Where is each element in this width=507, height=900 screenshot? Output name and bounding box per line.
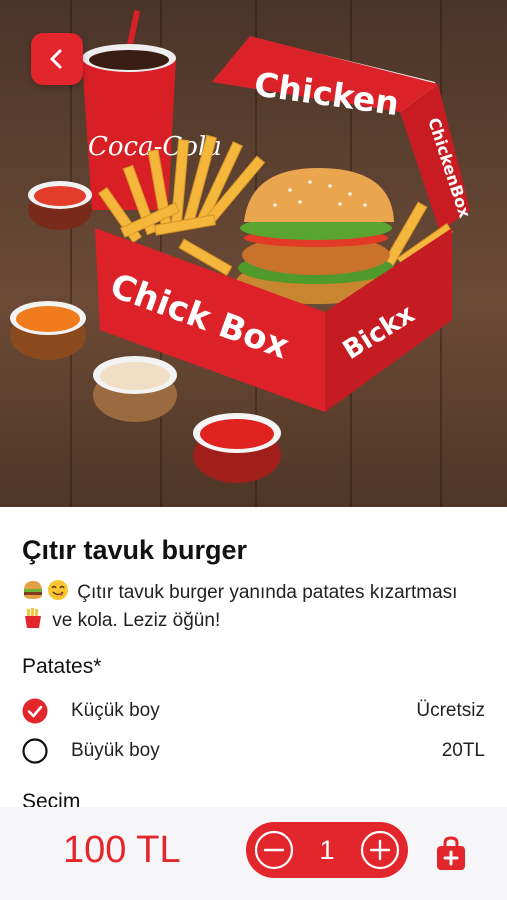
sauce-cup <box>193 413 281 483</box>
option-large-size[interactable]: Büyük boy 20TL <box>22 737 485 765</box>
add-to-cart-button[interactable] <box>432 834 470 872</box>
description-text-2: ve kola. Leziz öğün! <box>52 610 221 631</box>
sauce-cup <box>10 301 86 360</box>
product-image: Coca-Cola Chicken ChickenBox Chick Box B… <box>0 0 507 507</box>
option-label: Küçük boy <box>71 700 160 721</box>
yum-face-emoji-icon <box>48 580 68 600</box>
product-description: Çıtır tavuk burger yanında patates kızar… <box>22 579 462 635</box>
checkmark-circle-icon <box>22 698 48 724</box>
total-price: 100 TL <box>63 829 181 871</box>
product-title: Çıtır tavuk burger <box>22 535 248 565</box>
plus-icon <box>360 830 400 870</box>
option-label: Büyük boy <box>71 740 160 761</box>
option-section-title: Patates* <box>22 655 102 678</box>
next-section-title: Seçim <box>22 790 81 807</box>
fries-emoji-icon <box>25 608 41 628</box>
increase-button[interactable] <box>359 829 401 871</box>
sauce-cup <box>93 356 177 422</box>
burger-emoji-icon <box>24 581 42 599</box>
shopping-bag-plus-icon <box>437 836 465 870</box>
back-button[interactable] <box>31 33 83 85</box>
option-price: 20TL <box>441 740 485 761</box>
chevron-left-icon <box>50 49 62 69</box>
sauce-cup <box>28 181 92 230</box>
description-text-1: Çıtır tavuk burger yanında patates kızar… <box>77 582 458 603</box>
option-small-size[interactable]: Küçük boy Ücretsiz <box>22 697 485 725</box>
option-price: Ücretsiz <box>416 700 485 721</box>
quantity-stepper: 1 <box>246 822 408 878</box>
bottom-bar: 100 TL 1 <box>0 807 507 900</box>
product-details: Çıtır tavuk burger Çıtır tavuk burger ya… <box>0 507 507 807</box>
empty-circle-icon <box>22 738 48 764</box>
